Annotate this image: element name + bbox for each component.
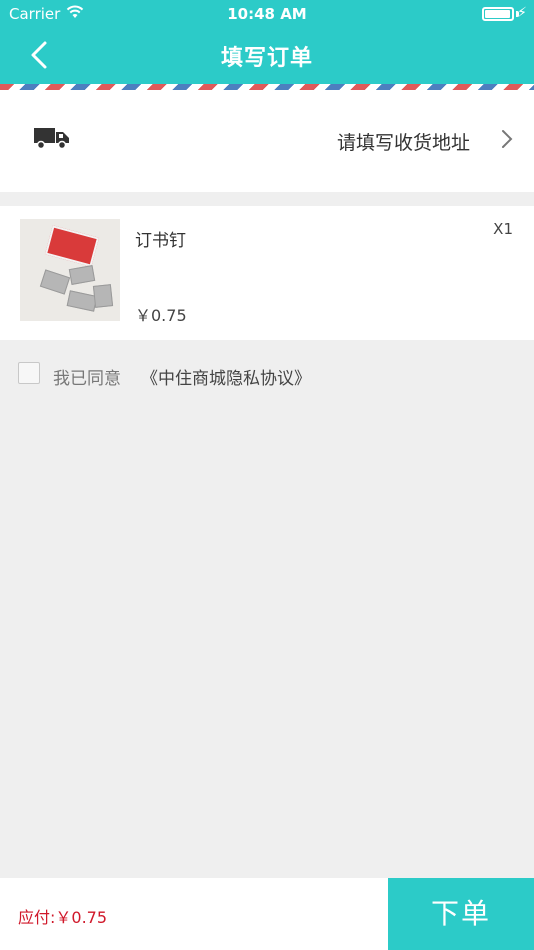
agreement-label: 我已同意: [53, 369, 121, 389]
charging-icon: ⚡: [517, 5, 527, 21]
truck-icon: [34, 128, 69, 150]
order-footer: 应付:￥0.75 下单: [0, 878, 534, 950]
product-image: [20, 219, 120, 321]
battery-level: [485, 10, 510, 18]
product-quantity: X1: [493, 220, 513, 238]
product-name: 订书钉: [135, 231, 186, 251]
total-amount: 应付:￥0.75: [18, 908, 108, 927]
product-item: 订书钉 X1 ￥0.75: [0, 206, 534, 340]
header: Carrier 10:48 AM ⚡ 填写订单: [0, 0, 534, 84]
chevron-right-icon: [502, 130, 513, 148]
address-row[interactable]: 请填写收货地址: [0, 90, 534, 192]
place-order-button[interactable]: 下单: [388, 878, 534, 950]
battery-icon: [482, 7, 514, 21]
product-image-box: [44, 225, 100, 267]
clock: 10:48 AM: [227, 5, 307, 23]
product-image-staple: [68, 265, 96, 285]
agreement-checkbox[interactable]: [18, 362, 40, 384]
page-title: 填写订单: [220, 46, 313, 71]
product-image-staple: [92, 284, 114, 308]
product-price: ￥0.75: [135, 306, 187, 325]
product-image-staple: [39, 269, 71, 295]
status-bar: Carrier 10:48 AM ⚡: [0, 0, 534, 28]
privacy-agreement-link[interactable]: 《中住商城隐私协议》: [141, 364, 311, 389]
agreement-row: 我已同意 《中住商城隐私协议》: [0, 354, 534, 394]
address-placeholder: 请填写收货地址: [336, 132, 470, 154]
